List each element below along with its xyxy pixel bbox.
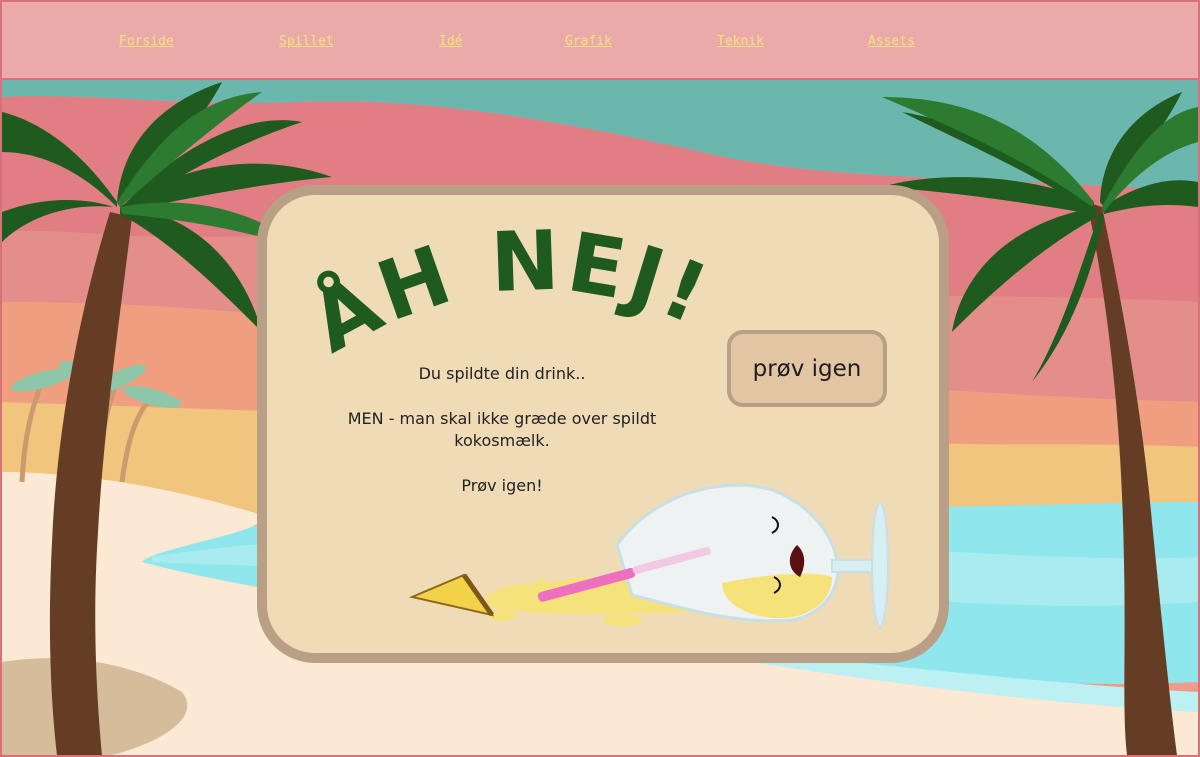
spilled-glass-illustration [408, 483, 889, 628]
page-frame: Forside Spillet Idé Grafik Teknik Assets… [0, 0, 1200, 757]
nav-link-forside[interactable]: Forside [119, 34, 174, 49]
top-navigation: Forside Spillet Idé Grafik Teknik Assets [2, 2, 1198, 80]
message-spilled: Du spildte din drink.. [418, 364, 586, 383]
nav-link-spillet[interactable]: Spillet [279, 34, 334, 49]
nav-link-ide[interactable]: Idé [439, 34, 462, 49]
game-over-dialog: ÅH NEJ! Du spildte din drink.. MEN - man… [257, 185, 949, 663]
retry-button[interactable]: prøv igen [727, 330, 887, 407]
headline-graphic: ÅH NEJ! [295, 214, 720, 372]
svg-text:ÅH NEJ!: ÅH NEJ! [295, 214, 724, 372]
nav-link-assets[interactable]: Assets [868, 34, 915, 49]
message-kokosmaelk: kokosmælk. [454, 431, 550, 450]
headline-text: ÅH NEJ! [295, 214, 720, 372]
pineapple-slice-icon [408, 573, 495, 617]
message-men-line: MEN - man skal ikke græde over spildt [347, 409, 657, 428]
nav-link-grafik[interactable]: Grafik [565, 34, 612, 49]
nav-link-teknik[interactable]: Teknik [717, 34, 764, 49]
